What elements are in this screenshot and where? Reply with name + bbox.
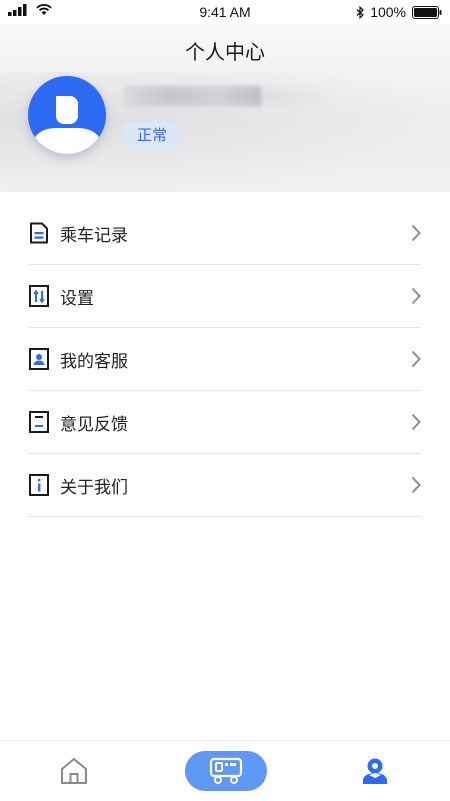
ride-pill-button[interactable]	[185, 751, 267, 791]
bottom-tab-bar	[0, 740, 450, 801]
user-avatar-icon[interactable]	[28, 76, 106, 154]
tab-ride[interactable]	[184, 741, 268, 801]
menu-item-label: 乘车记录	[60, 225, 128, 246]
menu-item-label: 意见反馈	[60, 414, 128, 435]
menu-item-feedback[interactable]: 意见反馈	[28, 391, 421, 454]
menu-item-label: 关于我们	[60, 477, 128, 498]
username-redacted	[124, 86, 262, 106]
chevron-right-icon	[411, 350, 421, 368]
status-badge: 正常	[124, 122, 181, 147]
chevron-right-icon	[411, 224, 421, 242]
battery-percent: 100%	[370, 4, 406, 20]
menu-item-ride-records[interactable]: 乘车记录	[28, 202, 421, 265]
page-title: 个人中心	[185, 40, 265, 64]
profile-header: 个人中心 正常	[0, 24, 450, 192]
status-bar: 9:41 AM 100%	[0, 0, 450, 24]
home-icon	[61, 758, 87, 784]
info-icon	[28, 474, 50, 496]
document-icon	[28, 222, 50, 244]
bus-icon	[209, 757, 243, 784]
menu-item-customer-service[interactable]: 我的客服	[28, 328, 421, 391]
menu-item-settings[interactable]: 设置	[28, 265, 421, 328]
chevron-right-icon	[411, 413, 421, 431]
menu-item-about-us[interactable]: 关于我们	[28, 454, 421, 517]
profile-icon	[363, 758, 387, 784]
tab-home[interactable]	[44, 741, 104, 801]
feedback-icon	[28, 411, 50, 433]
contact-icon	[28, 348, 50, 370]
menu-item-label: 设置	[60, 288, 94, 309]
battery-icon	[412, 5, 442, 19]
username-redacted-fade	[262, 88, 332, 104]
chevron-right-icon	[411, 287, 421, 305]
tab-profile[interactable]	[345, 741, 405, 801]
sliders-icon	[28, 285, 50, 307]
bluetooth-icon	[356, 5, 365, 19]
status-right: 100%	[356, 4, 442, 20]
chevron-right-icon	[411, 476, 421, 494]
menu-list: 乘车记录 设置 我的客服 意见反馈 关于我们	[28, 202, 421, 517]
menu-item-label: 我的客服	[60, 351, 128, 372]
